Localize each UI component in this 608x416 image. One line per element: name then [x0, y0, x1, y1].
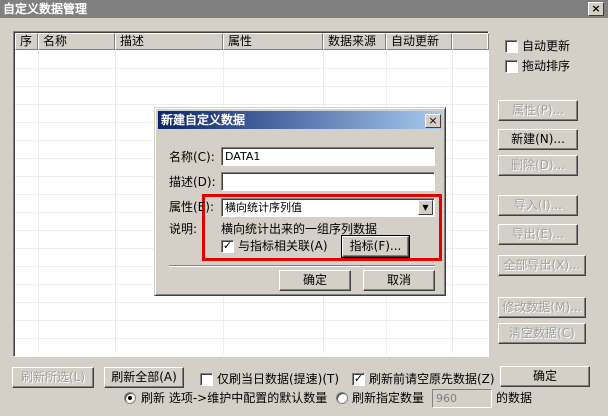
refresh-selected-button[interactable]: 刷新所选(L) [12, 367, 94, 388]
export-button[interactable]: 导出(E)... [498, 224, 578, 245]
name-label: 名称(C): [169, 150, 215, 164]
grid-line [15, 320, 487, 321]
column-header-index[interactable]: 序 [15, 33, 38, 50]
new-button[interactable]: 新建(N)... [498, 129, 578, 150]
grid-line [15, 302, 487, 303]
delete-button[interactable]: 删除(D)... [498, 155, 578, 176]
refresh-default-label: 刷新 选项->维护中配置的默认数量 [141, 391, 328, 405]
grid-line [15, 68, 487, 69]
new-custom-data-dialog: 新建自定义数据 × 名称(C): DATA1 描述(D): 属性(E): 横向统… [154, 107, 446, 296]
grid-line [15, 104, 487, 105]
auto-update-checkbox[interactable] [505, 40, 518, 53]
dialog-title-bar: 新建自定义数据 [158, 111, 442, 129]
export-all-button[interactable]: 全部导出(X)... [498, 255, 586, 276]
today-only-checkbox[interactable] [200, 373, 213, 386]
dialog-separator [169, 265, 435, 267]
column-header-description[interactable]: 描述 [115, 33, 223, 50]
grid-line [115, 50, 116, 355]
main-ok-button[interactable]: 确定 [500, 366, 590, 387]
chevron-down-icon[interactable]: ▼ [418, 200, 433, 215]
dialog-cancel-button[interactable]: 取消 [363, 270, 435, 291]
import-button[interactable]: 导入(I)... [498, 195, 578, 216]
attribute-combo[interactable]: 横向统计序列值 ▼ [221, 198, 435, 217]
grid-line [15, 86, 487, 87]
window-title-bar: 自定义数据管理 × [0, 0, 608, 18]
data-suffix-label: 的数据 [496, 391, 533, 405]
grid-line [15, 338, 487, 339]
clear-before-label: 刷新前请空原先数据(Z) [369, 372, 495, 386]
drag-sort-checkbox[interactable] [505, 60, 518, 73]
custom-count-input[interactable]: 960 [432, 389, 492, 408]
description-label: 描述(D): [169, 175, 216, 189]
drag-sort-label: 拖动排序 [522, 59, 571, 73]
attribute-value: 横向统计序列值 [225, 201, 302, 214]
properties-button[interactable]: 属性(P)... [498, 100, 578, 121]
dialog-title: 新建自定义数据 [161, 113, 246, 127]
table-header: 序 名称 描述 属性 数据来源 自动更新 [15, 33, 489, 50]
column-header-filler [452, 33, 489, 50]
attribute-label: 属性(E): [169, 200, 214, 214]
refresh-custom-radio[interactable] [336, 392, 348, 404]
modify-data-button[interactable]: 修改数据(M)... [498, 297, 586, 318]
column-header-name[interactable]: 名称 [38, 33, 115, 50]
dialog-close-icon[interactable]: × [425, 114, 441, 128]
note-text: 横向统计出来的一组序列数据 [221, 222, 378, 236]
link-indicator-checkbox[interactable]: ✓ [221, 240, 234, 253]
window-title: 自定义数据管理 [3, 2, 88, 16]
close-icon[interactable]: × [588, 2, 604, 16]
today-only-label: 仅刷当日数据(提速)(T) [217, 372, 340, 386]
column-header-auto-update[interactable]: 自动更新 [386, 33, 452, 50]
indicator-button[interactable]: 指标(F)... [341, 235, 410, 258]
auto-update-label: 自动更新 [522, 39, 571, 53]
clear-data-button[interactable]: 清空数据(C) [498, 323, 586, 344]
column-header-source[interactable]: 数据来源 [323, 33, 386, 50]
link-indicator-label: 与指标相关联(A) [238, 239, 328, 253]
dialog-ok-button[interactable]: 确定 [279, 270, 351, 291]
column-header-attribute[interactable]: 属性 [223, 33, 323, 50]
grid-line [38, 50, 39, 355]
description-input[interactable] [221, 172, 435, 191]
clear-before-checkbox[interactable]: ✓ [352, 373, 365, 386]
grid-line [452, 50, 453, 355]
note-label: 说明: [169, 222, 198, 236]
refresh-custom-label: 刷新指定数量 [352, 391, 425, 405]
name-input[interactable]: DATA1 [221, 147, 435, 166]
refresh-all-button[interactable]: 刷新全部(A) [104, 367, 184, 388]
refresh-default-radio[interactable] [124, 392, 136, 404]
